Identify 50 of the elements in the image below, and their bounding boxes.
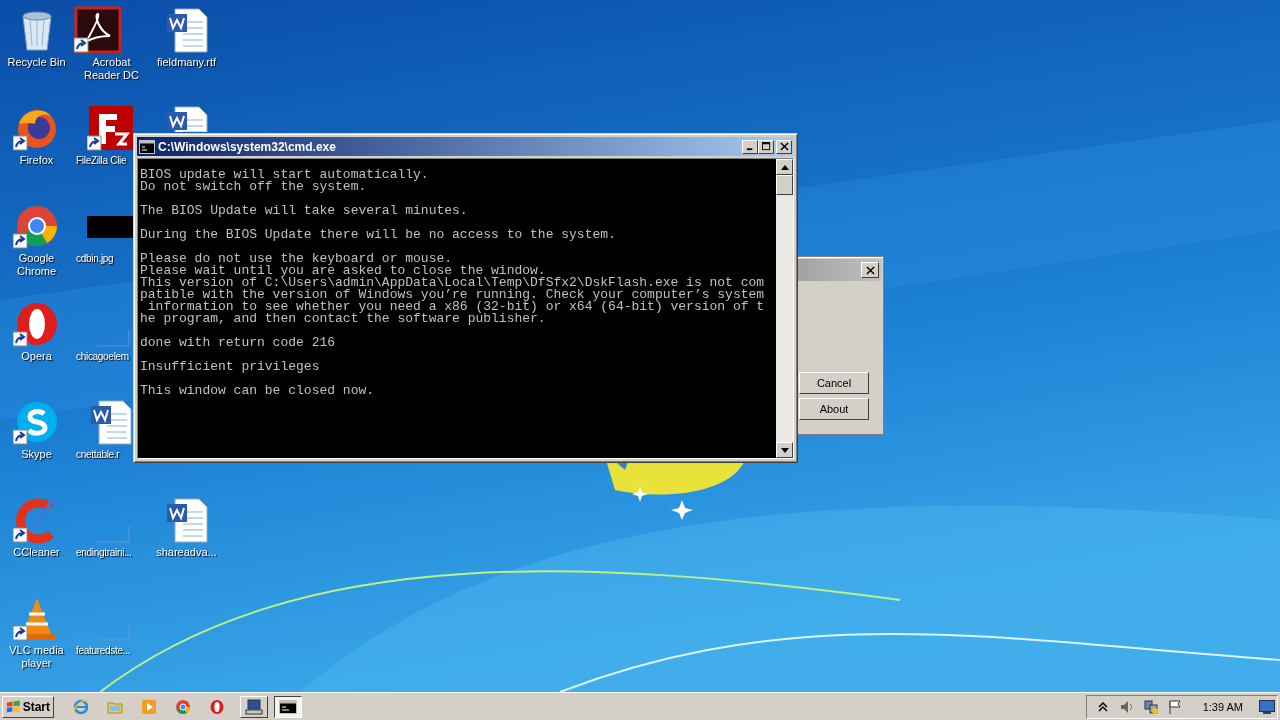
start-button[interactable]: Start xyxy=(2,695,54,718)
maximize-button[interactable] xyxy=(758,139,774,154)
dialog-button[interactable]: Cancel xyxy=(799,372,869,394)
close-button[interactable] xyxy=(776,139,792,154)
arrow-down-icon xyxy=(780,447,789,453)
app-icon[interactable] xyxy=(87,104,133,152)
console-icon xyxy=(139,139,155,154)
console-task-button[interactable] xyxy=(274,695,302,718)
icon-label: Skype xyxy=(20,448,53,461)
console-line: patible with the version of Windows you’re running. Check your computer’s system xyxy=(140,289,766,301)
icon-label: featuredste... xyxy=(76,644,132,657)
close-icon xyxy=(865,265,875,275)
console-line: done with return code 216 xyxy=(140,337,337,349)
clock: 1:39 AM xyxy=(1202,700,1243,713)
console-line: This window can be closed now. xyxy=(140,385,376,397)
app-icon[interactable] xyxy=(74,6,122,54)
window-title: C:\Windows\system32\cmd.exe xyxy=(158,139,337,154)
icon-label: Firefox xyxy=(18,154,55,167)
arrow-up-icon xyxy=(780,164,789,170)
scroll-thumb[interactable] xyxy=(776,175,793,195)
computer-task-button[interactable] xyxy=(240,695,268,718)
icon-label: shareadva... xyxy=(155,546,218,559)
minimize-button[interactable] xyxy=(742,139,758,154)
dialog-button[interactable]: About xyxy=(799,398,869,420)
icon-label: CCleaner xyxy=(12,546,61,559)
icon-label: FileZilla Clie xyxy=(76,154,128,167)
icon-label: fieldmany.rtf xyxy=(155,56,218,69)
icon-label: Acrobat Reader DC xyxy=(83,56,140,82)
console-line: This version of C:\Users\admin\AppData\Local\Temp\DfSfx2\DskFlash.exe is not com xyxy=(140,277,766,289)
console-line: Do not switch off the system. xyxy=(140,181,367,193)
console-line: Please do not use the keyboard or mouse. xyxy=(140,253,454,265)
console-line: Please wait until you are asked to close the window. xyxy=(140,265,546,277)
console-line: Insufficient privileges xyxy=(140,361,321,373)
icon-label: Recycle Bin xyxy=(6,56,67,69)
console-line: he program, and then contact the software publisher. xyxy=(140,313,547,325)
console-line: BIOS update will start automatically. xyxy=(140,169,430,181)
scrollbar[interactable] xyxy=(776,159,793,458)
windows-logo-icon xyxy=(6,698,21,715)
icon-label: Opera xyxy=(20,350,53,363)
icon-label: Google Chrome xyxy=(15,252,58,278)
icon-label: cnettable.r xyxy=(76,448,121,461)
close-icon xyxy=(779,142,789,151)
console-line: information to see whether you need a x86 (32-bit) or x64 (64-bit) version of t xyxy=(147,301,766,313)
maximize-icon xyxy=(761,142,771,151)
console-line: The BIOS Update will take several minutes. xyxy=(140,205,469,217)
icon-label: chicagoelem xyxy=(76,350,130,363)
icon-label: endingtraini... xyxy=(76,546,133,559)
console-line: During the BIOS Update there will be no access to the system. xyxy=(140,229,617,241)
close-button[interactable] xyxy=(861,262,879,278)
icon-label: VLC media player xyxy=(8,644,65,670)
